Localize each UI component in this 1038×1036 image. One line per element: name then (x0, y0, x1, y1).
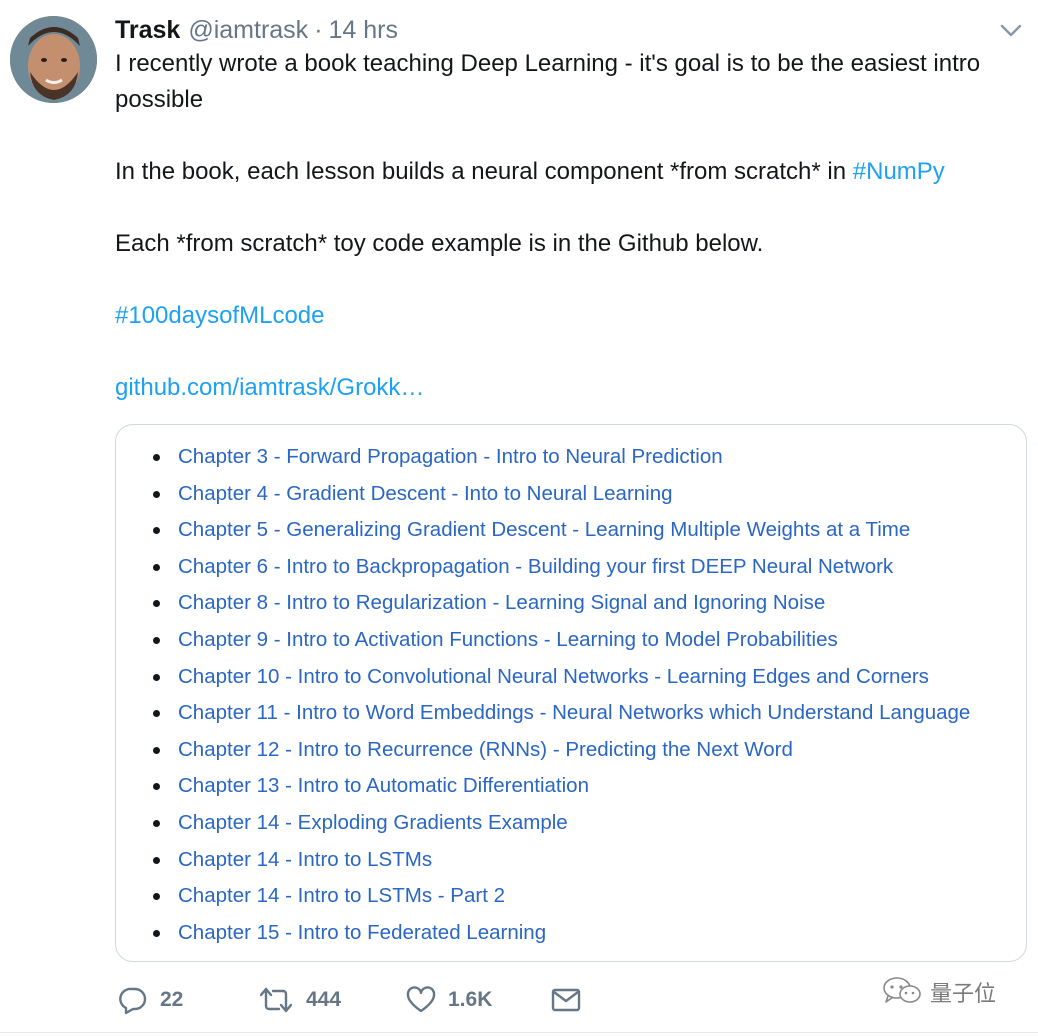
author-handle[interactable]: @iamtrask (188, 14, 308, 46)
chapter-list-card[interactable]: Chapter 3 - Forward Propagation - Intro … (115, 424, 1027, 962)
chapter-list-item[interactable]: Chapter 15 - Intro to Federated Learning (152, 915, 970, 952)
wechat-icon (880, 975, 924, 1010)
chapter-list-item[interactable]: Chapter 8 - Intro to Regularization - Le… (152, 585, 970, 622)
chevron-down-icon[interactable] (996, 18, 1026, 44)
avatar[interactable] (10, 16, 97, 103)
retweet-icon (258, 985, 294, 1015)
chapter-list-item[interactable]: Chapter 14 - Intro to LSTMs (152, 842, 970, 879)
tweet-text: I recently wrote a book teaching Deep Le… (115, 46, 1015, 406)
reply-count: 22 (160, 988, 184, 1011)
chapter-list-item[interactable]: Chapter 3 - Forward Propagation - Intro … (152, 439, 970, 476)
tweet-paragraph-1: I recently wrote a book teaching Deep Le… (115, 50, 981, 113)
chapter-list-item[interactable]: Chapter 9 - Intro to Activation Function… (152, 622, 970, 659)
chapter-list-item[interactable]: Chapter 10 - Intro to Convolutional Neur… (152, 659, 970, 696)
tweet-header: Trask @iamtrask · 14 hrs (115, 14, 398, 46)
like-button[interactable]: 1.6K (406, 985, 551, 1015)
tweet-divider (0, 1032, 1038, 1033)
tweet-paragraph-2: In the book, each lesson builds a neural… (115, 154, 1015, 190)
chapter-list-item[interactable]: Chapter 4 - Gradient Descent - Into to N… (152, 476, 970, 513)
direct-message-button[interactable] (551, 986, 591, 1014)
reply-button[interactable]: 22 (118, 985, 258, 1015)
timestamp[interactable]: 14 hrs (329, 14, 398, 46)
retweet-button[interactable]: 444 (258, 985, 406, 1015)
author-name[interactable]: Trask (115, 14, 180, 46)
numpy-hashtag-link[interactable]: #NumPy (853, 158, 945, 185)
chapter-list-item[interactable]: Chapter 14 - Intro to LSTMs - Part 2 (152, 878, 970, 915)
watermark-text: 量子位 (930, 982, 997, 1007)
chapter-list-item[interactable]: Chapter 6 - Intro to Backpropagation - B… (152, 549, 970, 586)
reply-icon (118, 985, 148, 1015)
retweet-count: 444 (306, 988, 342, 1011)
tweet-paragraph-3: Each *from scratch* toy code example is … (115, 230, 764, 257)
envelope-icon (551, 986, 581, 1014)
chapter-list-item[interactable]: Chapter 11 - Intro to Word Embeddings - … (152, 695, 970, 732)
hashtag-link[interactable]: #100daysofMLcode (115, 302, 324, 329)
heart-icon (406, 985, 436, 1015)
watermark: 量子位 (880, 974, 996, 1010)
github-url-link[interactable]: github.com/iamtrask/Grokk… (115, 374, 424, 401)
like-count: 1.6K (448, 988, 493, 1011)
chapter-list-item[interactable]: Chapter 14 - Exploding Gradients Example (152, 805, 970, 842)
chapter-list-item[interactable]: Chapter 5 - Generalizing Gradient Descen… (152, 512, 970, 549)
chapter-list: Chapter 3 - Forward Propagation - Intro … (152, 439, 970, 951)
chapter-list-item[interactable]: Chapter 13 - Intro to Automatic Differen… (152, 768, 970, 805)
chapter-list-item[interactable]: Chapter 12 - Intro to Recurrence (RNNs) … (152, 732, 970, 769)
tweet-actions: 22 444 1.6K (118, 982, 591, 1018)
separator-dot: · (314, 16, 323, 44)
tweet-paragraph-2-text: In the book, each lesson builds a neural… (115, 158, 853, 185)
